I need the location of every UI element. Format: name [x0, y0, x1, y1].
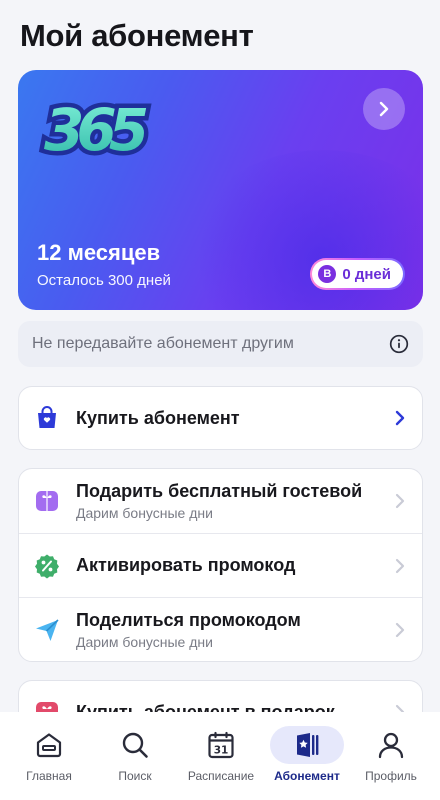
subscription-term: 12 месяцев — [37, 240, 161, 265]
gift-icon — [33, 487, 61, 515]
nav-profile[interactable]: Профиль — [346, 726, 436, 783]
nav-search-label: Поиск — [118, 769, 152, 783]
membership-card-icon — [297, 733, 319, 757]
activate-promo-label: Активировать промокод — [76, 555, 296, 575]
gift-guest-row[interactable]: Подарить бесплатный гостевой Дарим бонус… — [19, 469, 422, 533]
buy-subscription-label: Купить абонемент — [76, 407, 240, 428]
page-title: Мой абонемент — [20, 18, 254, 53]
subscription-card[interactable]: 365 12 месяцев Осталось 300 дней B 0 дне… — [18, 70, 423, 310]
bonus-icon: B — [318, 265, 337, 283]
gift-guest-subtitle: Дарим бонусные дни — [76, 505, 213, 521]
activate-promo-row[interactable]: Активировать промокод — [19, 533, 422, 597]
chevron-right-icon — [395, 558, 405, 573]
info-icon[interactable] — [389, 334, 409, 354]
actions-card: Подарить бесплатный гостевой Дарим бонус… — [18, 468, 423, 662]
chevron-right-icon — [395, 622, 405, 637]
share-promo-label: Поделиться промокодом — [76, 609, 301, 630]
open-subscription-button[interactable] — [363, 88, 405, 130]
share-promo-subtitle: Дарим бонусные дни — [76, 633, 213, 650]
nav-search[interactable]: Поиск — [90, 726, 180, 783]
bonus-days-value: 0 дней — [342, 265, 391, 283]
nav-membership[interactable]: Абонемент — [262, 726, 352, 783]
buy-subscription-card[interactable]: Купить абонемент — [18, 386, 423, 450]
calendar-icon: 31 — [208, 731, 234, 759]
days-remaining: Осталось 300 дней — [37, 272, 171, 289]
shopping-bag-icon — [33, 404, 61, 432]
bonus-days-badge[interactable]: B 0 дней — [310, 258, 405, 290]
notice-banner: Не передавайте абонемент другим — [18, 321, 423, 367]
nav-home-label: Главная — [26, 769, 72, 783]
nav-schedule-label: Расписание — [187, 769, 255, 783]
home-icon — [36, 733, 62, 758]
nav-profile-label: Профиль — [365, 769, 417, 783]
share-promo-row[interactable]: Поделиться промокодом Дарим бонусные дни — [19, 597, 422, 661]
chevron-right-icon — [395, 493, 405, 509]
percent-badge-icon — [33, 552, 61, 580]
buy-subscription-row[interactable]: Купить абонемент — [19, 387, 422, 449]
nav-schedule[interactable]: 31 Расписание — [176, 726, 266, 783]
search-icon — [122, 732, 148, 758]
send-plane-icon — [33, 616, 61, 644]
logo-365: 365 — [40, 92, 160, 169]
logo-text: 365 — [44, 96, 147, 164]
bottom-navigation: Главная Поиск 31 Расписание Абонемент Пр… — [0, 712, 440, 800]
chevron-right-icon — [395, 410, 405, 426]
chevron-right-icon — [379, 101, 389, 117]
calendar-day: 31 — [214, 745, 229, 757]
profile-icon — [378, 732, 404, 759]
nav-home[interactable]: Главная — [4, 726, 94, 783]
nav-membership-label: Абонемент — [274, 769, 340, 783]
notice-text: Не передавайте абонемент другим — [32, 335, 294, 352]
gift-guest-label: Подарить бесплатный гостевой — [76, 481, 363, 501]
